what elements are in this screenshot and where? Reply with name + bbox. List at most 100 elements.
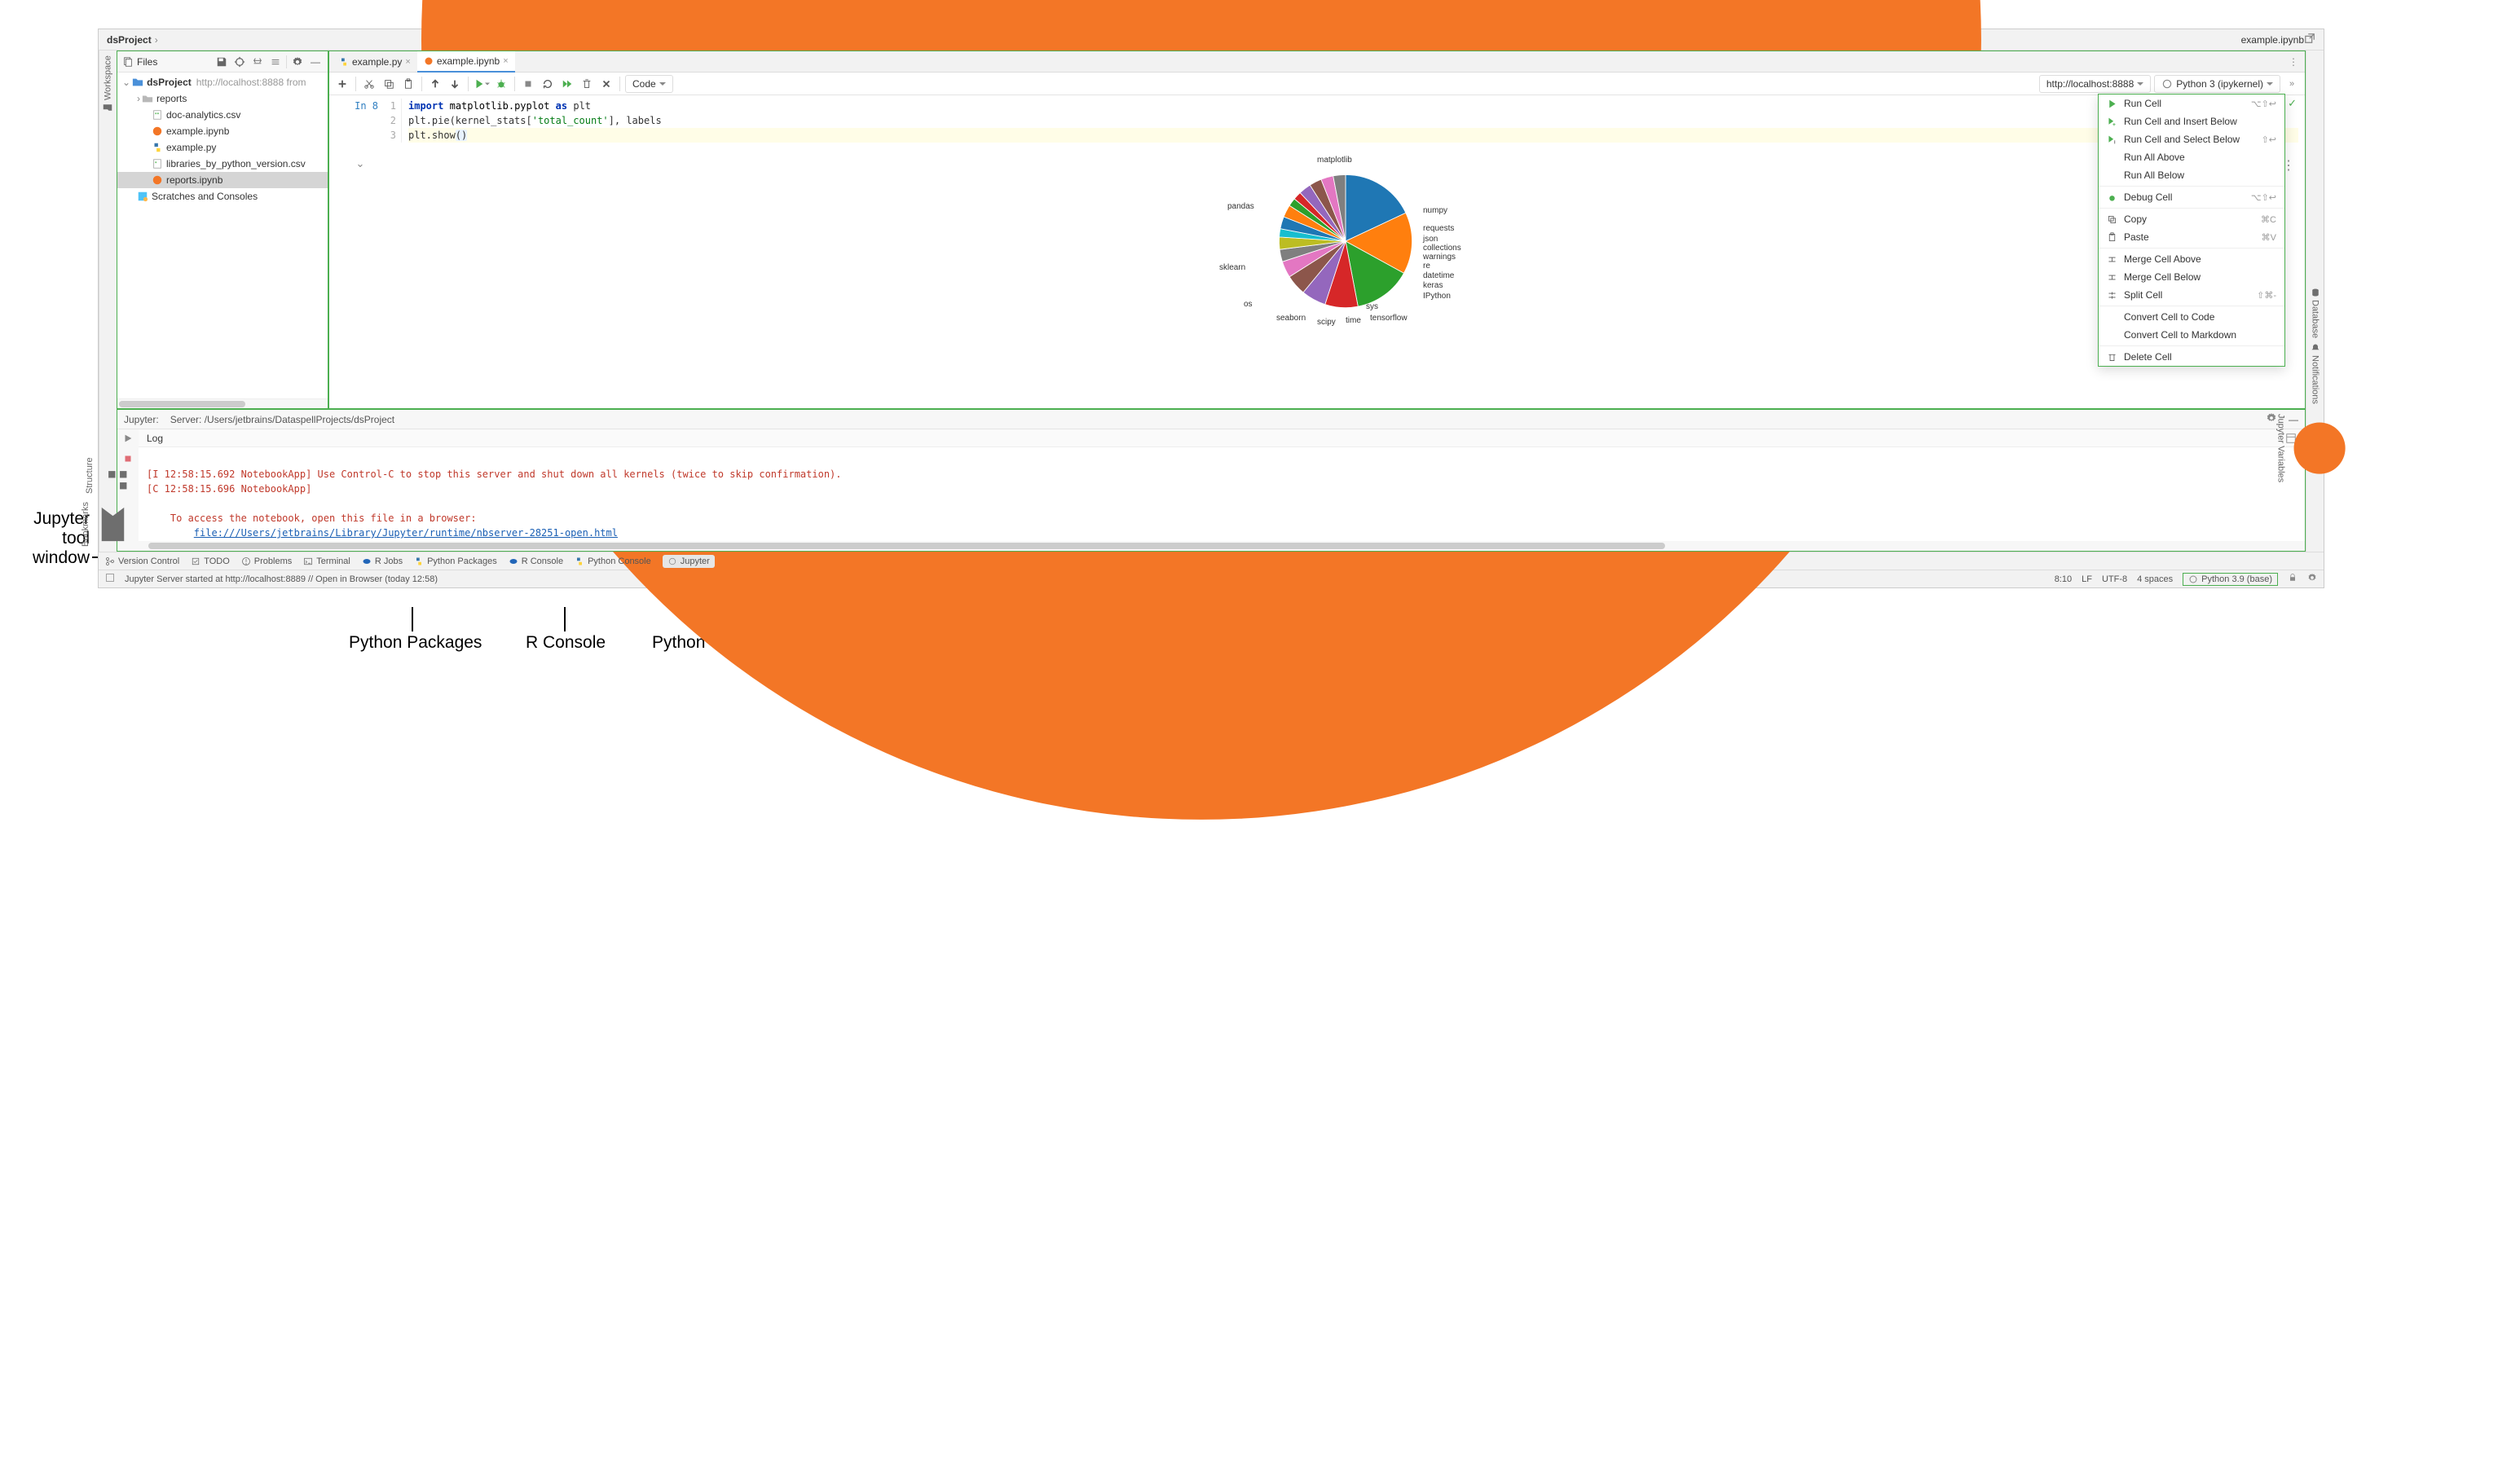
close-icon[interactable]: × bbox=[503, 56, 508, 66]
tree-root[interactable]: ⌄ dsProject http://localhost:8888 from bbox=[117, 74, 328, 90]
jtw-header: Jupyter: Server: /Users/jetbrains/Datasp… bbox=[117, 410, 2305, 429]
left-rail: Workspace bbox=[99, 51, 117, 409]
close-icon[interactable]: × bbox=[405, 57, 410, 67]
status-caret[interactable]: 8:10 bbox=[2055, 574, 2072, 584]
tabs-more-icon[interactable]: ⋮ bbox=[2282, 56, 2305, 68]
bt-pypkg[interactable]: Python Packages bbox=[414, 557, 497, 566]
move-down-button[interactable] bbox=[447, 76, 463, 92]
workspace-tree[interactable]: ⌄ dsProject http://localhost:8888 from ›… bbox=[117, 73, 328, 398]
ctx-run-cell[interactable]: Run Cell⌥⇧↩ bbox=[2099, 95, 2284, 112]
run-all-button[interactable] bbox=[559, 76, 575, 92]
code-cell[interactable]: In 8 123 import matplotlib.pyplot as plt… bbox=[329, 95, 2305, 151]
ctx-copy[interactable]: Copy⌘C bbox=[2099, 210, 2284, 228]
tab-example-py[interactable]: example.py× bbox=[333, 51, 417, 73]
status-le[interactable]: LF bbox=[2082, 574, 2092, 584]
add-cell-button[interactable] bbox=[334, 76, 350, 92]
rail-jupyter-variables[interactable]: Jupyter Variables bbox=[2275, 414, 2354, 482]
bt-vcs[interactable]: Version Control bbox=[105, 557, 179, 566]
ws-gear-icon[interactable] bbox=[290, 55, 305, 69]
ctx-delete[interactable]: Delete Cell bbox=[2099, 348, 2284, 366]
bell-icon bbox=[2311, 343, 2320, 353]
status-encoding[interactable]: UTF-8 bbox=[2102, 574, 2127, 584]
tree-file[interactable]: example.py bbox=[117, 139, 328, 156]
workspace-scrollbar[interactable] bbox=[117, 398, 328, 408]
debug-button[interactable] bbox=[493, 76, 509, 92]
jtw-run-icon[interactable] bbox=[122, 433, 134, 447]
status-lock-icon[interactable] bbox=[2288, 573, 2298, 585]
cell-code[interactable]: import matplotlib.pyplot as plt plt.pie(… bbox=[401, 99, 2298, 143]
rail-database[interactable]: Database bbox=[2311, 288, 2320, 338]
jtw-scrollbar[interactable] bbox=[139, 541, 2305, 551]
ctx-paste[interactable]: Paste⌘V bbox=[2099, 228, 2284, 246]
tree-file[interactable]: libraries_by_python_version.csv bbox=[117, 156, 328, 172]
pie-label: numpy bbox=[1423, 206, 1447, 215]
paste-button[interactable] bbox=[400, 76, 416, 92]
ctx-run-below[interactable]: Run All Below bbox=[2099, 166, 2284, 184]
ctx-to-md[interactable]: Convert Cell to Markdown bbox=[2099, 326, 2284, 344]
jtw-file-link[interactable]: file:///Users/jetbrains/Library/Jupyter/… bbox=[194, 527, 618, 539]
ws-expand-icon[interactable] bbox=[250, 55, 265, 69]
status-tool-window-icon[interactable] bbox=[105, 573, 115, 585]
pie-label: IPython bbox=[1423, 292, 1451, 301]
tree-file[interactable]: example.ipynb bbox=[117, 123, 328, 139]
copy-button[interactable] bbox=[381, 76, 397, 92]
workspace-title: Files bbox=[137, 56, 157, 68]
ctx-debug[interactable]: Debug Cell⌥⇧↩ bbox=[2099, 188, 2284, 206]
jupyter-tool-window: Jupyter: Server: /Users/jetbrains/Datasp… bbox=[117, 409, 2306, 552]
jtw-log-tab[interactable]: Log bbox=[139, 429, 2305, 447]
bt-problems[interactable]: Problems bbox=[241, 557, 292, 566]
bt-jupyter[interactable]: Jupyter bbox=[663, 555, 715, 568]
rail-workspace[interactable]: Workspace bbox=[104, 55, 113, 112]
status-python-env[interactable]: Python 3.9 (base) bbox=[2183, 573, 2278, 586]
bt-terminal[interactable]: Terminal bbox=[303, 557, 350, 566]
tree-scratches[interactable]: Scratches and Consoles bbox=[117, 188, 328, 205]
stop-button[interactable] bbox=[520, 76, 536, 92]
collapse-output-icon[interactable]: ⌄ bbox=[336, 157, 385, 170]
py-icon bbox=[339, 57, 349, 67]
ctx-run-insert[interactable]: Run Cell and Insert Below bbox=[2099, 112, 2284, 130]
status-gear-icon[interactable] bbox=[2307, 573, 2317, 585]
ctx-split[interactable]: Split Cell⇧⌘- bbox=[2099, 286, 2284, 304]
restart-button[interactable] bbox=[540, 76, 556, 92]
trash-button[interactable] bbox=[579, 76, 595, 92]
bt-todo[interactable]: TODO bbox=[191, 557, 230, 566]
circle-icon bbox=[2161, 78, 2173, 90]
jtw-log[interactable]: [I 12:58:15.692 NotebookApp] Use Control… bbox=[139, 447, 2305, 541]
rail-bookmarks[interactable]: Bookmarks bbox=[81, 502, 135, 547]
rail-notifications[interactable]: Notifications bbox=[2311, 343, 2320, 404]
breadcrumb-project[interactable]: dsProject bbox=[107, 34, 152, 46]
ws-save-icon[interactable] bbox=[214, 55, 229, 69]
server-dropdown[interactable]: http://localhost:8888 bbox=[2039, 75, 2151, 93]
merge-down-icon bbox=[2107, 272, 2117, 283]
database-icon bbox=[2311, 288, 2320, 297]
folder-icon bbox=[142, 93, 153, 104]
cell-type-dropdown[interactable]: Code bbox=[625, 75, 673, 93]
ws-collapse-icon[interactable] bbox=[268, 55, 283, 69]
bt-rconsole[interactable]: R Console bbox=[509, 557, 563, 566]
ctx-merge-below[interactable]: Merge Cell Below bbox=[2099, 268, 2284, 286]
ws-locate-icon[interactable] bbox=[232, 55, 247, 69]
tree-file-selected[interactable]: reports.ipynb bbox=[117, 172, 328, 188]
run-button[interactable] bbox=[474, 76, 490, 92]
tree-file[interactable]: doc-analytics.csv bbox=[117, 107, 328, 123]
ws-hide-icon[interactable]: — bbox=[308, 55, 323, 69]
breadcrumb-file[interactable]: example.ipynb bbox=[2241, 34, 2304, 46]
toolbar-more-icon[interactable]: » bbox=[2284, 76, 2300, 92]
rail-structure[interactable]: Structure bbox=[85, 457, 131, 494]
clear-button[interactable] bbox=[598, 76, 615, 92]
pie-chart: numpymatplotlibpandassklearnosseabornsci… bbox=[1195, 157, 1488, 328]
ctx-run-above[interactable]: Run All Above bbox=[2099, 148, 2284, 166]
cut-button[interactable] bbox=[361, 76, 377, 92]
ctx-merge-above[interactable]: Merge Cell Above bbox=[2099, 250, 2284, 268]
status-indent[interactable]: 4 spaces bbox=[2137, 574, 2173, 584]
ctx-to-code[interactable]: Convert Cell to Code bbox=[2099, 308, 2284, 326]
bt-rjobs[interactable]: R Jobs bbox=[362, 557, 403, 566]
tab-example-ipynb[interactable]: example.ipynb× bbox=[417, 51, 515, 73]
tree-reports[interactable]: › reports bbox=[117, 90, 328, 107]
kernel-dropdown[interactable]: Python 3 (ipykernel) bbox=[2154, 75, 2280, 93]
move-up-button[interactable] bbox=[427, 76, 443, 92]
popout-icon[interactable] bbox=[2304, 33, 2315, 46]
bt-pyconsole[interactable]: Python Console bbox=[575, 557, 651, 566]
pie-label: datetime bbox=[1423, 271, 1454, 280]
ctx-run-select[interactable]: Run Cell and Select Below⇧↩ bbox=[2099, 130, 2284, 148]
